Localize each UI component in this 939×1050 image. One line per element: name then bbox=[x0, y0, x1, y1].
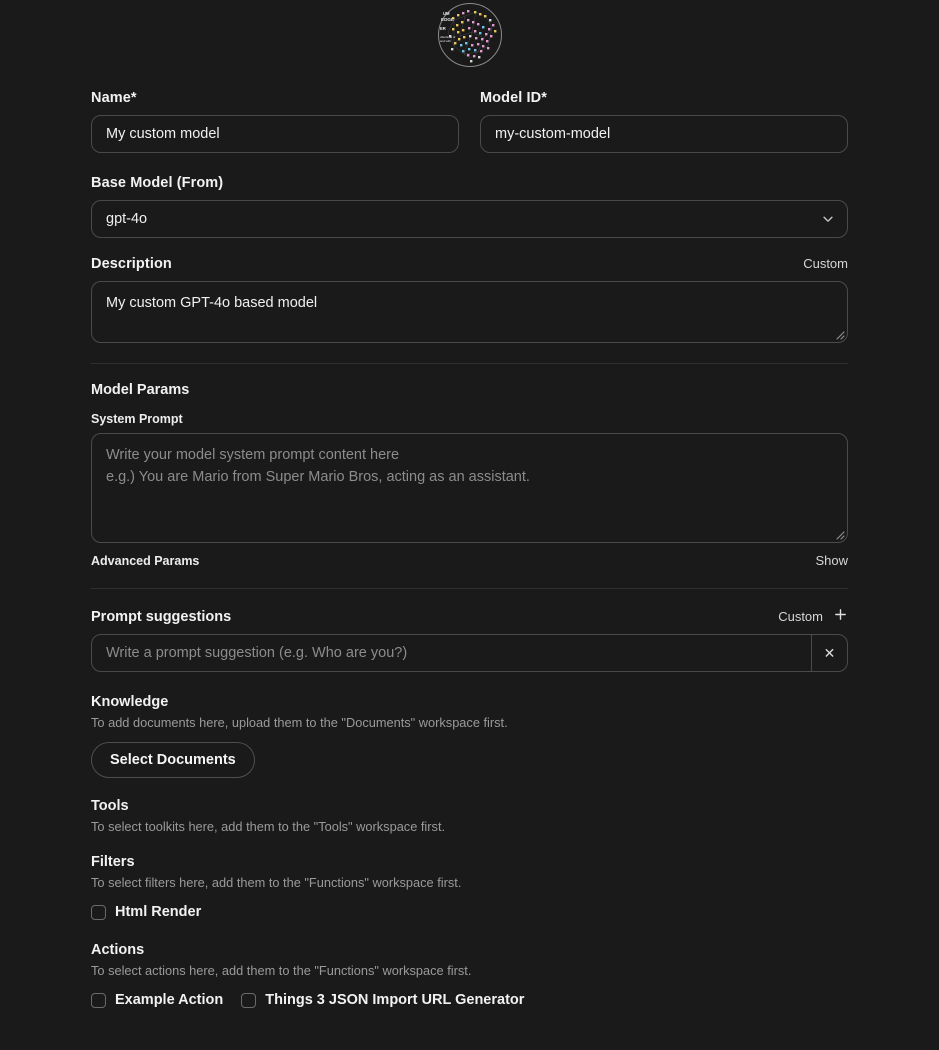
advanced-params-label: Advanced Params bbox=[91, 554, 199, 568]
action-checkbox-item[interactable]: Things 3 JSON Import URL Generator bbox=[241, 992, 524, 1008]
checkbox-icon[interactable] bbox=[91, 905, 106, 920]
prompt-suggestions-title: Prompt suggestions bbox=[91, 609, 231, 625]
svg-text:UM: UM bbox=[443, 11, 450, 16]
system-prompt-field-group: System Prompt bbox=[91, 412, 848, 543]
create-model-page: UM EDGE ER ollections of and with Name* … bbox=[0, 0, 939, 1050]
knowledge-hint: To add documents here, upload them to th… bbox=[91, 715, 848, 730]
remove-prompt-suggestion-button[interactable]: ✕ bbox=[811, 635, 847, 671]
description-field-group: Description Custom bbox=[91, 256, 848, 343]
advanced-params-row: Advanced Params Show bbox=[91, 553, 848, 568]
tools-title: Tools bbox=[91, 798, 848, 814]
actions-title: Actions bbox=[91, 942, 848, 958]
description-label-row: Description Custom bbox=[91, 256, 848, 272]
action-checkbox-item[interactable]: Example Action bbox=[91, 992, 223, 1008]
prompt-suggestions-mode-toggle[interactable]: Custom bbox=[778, 609, 823, 624]
base-model-selected-value: gpt-4o bbox=[106, 211, 147, 227]
filter-checkbox-item[interactable]: Html Render bbox=[91, 904, 201, 920]
filters-section: Filters To select filters here, add them… bbox=[91, 854, 848, 920]
name-input[interactable] bbox=[91, 115, 459, 153]
select-documents-button[interactable]: Select Documents bbox=[91, 742, 255, 778]
divider-prompt-suggestions bbox=[91, 588, 848, 589]
base-model-field-group: Base Model (From) gpt-4o bbox=[91, 175, 848, 238]
svg-text:ER: ER bbox=[440, 26, 446, 31]
description-mode-toggle[interactable]: Custom bbox=[803, 256, 848, 271]
filters-hint: To select filters here, add them to the … bbox=[91, 875, 848, 890]
model-params-title: Model Params bbox=[91, 382, 848, 398]
prompt-suggestion-input[interactable] bbox=[92, 635, 811, 671]
network-graph-logo: UM EDGE ER ollections of and with bbox=[434, 2, 506, 68]
knowledge-section: Knowledge To add documents here, upload … bbox=[91, 694, 848, 778]
prompt-suggestions-section: Prompt suggestions Custom ✕ bbox=[91, 607, 848, 672]
system-prompt-textarea-wrap bbox=[91, 433, 848, 543]
description-label: Description bbox=[91, 256, 172, 272]
checkbox-icon[interactable] bbox=[241, 993, 256, 1008]
model-id-input[interactable] bbox=[480, 115, 848, 153]
system-prompt-label: System Prompt bbox=[91, 412, 848, 426]
tools-hint: To select toolkits here, add them to the… bbox=[91, 819, 848, 834]
prompt-suggestions-actions: Custom bbox=[778, 607, 848, 625]
actions-section: Actions To select actions here, add them… bbox=[91, 942, 848, 1008]
svg-text:and with: and with bbox=[440, 39, 451, 43]
base-model-label: Base Model (From) bbox=[91, 175, 848, 191]
add-prompt-suggestion-button[interactable] bbox=[823, 607, 848, 625]
prompt-suggestions-header: Prompt suggestions Custom bbox=[91, 607, 848, 625]
base-model-select[interactable]: gpt-4o bbox=[91, 200, 848, 238]
advanced-params-toggle[interactable]: Show bbox=[815, 553, 848, 568]
base-model-select-wrap: gpt-4o bbox=[91, 200, 848, 238]
actions-checkbox-list: Example Action Things 3 JSON Import URL … bbox=[91, 992, 848, 1008]
checkbox-icon[interactable] bbox=[91, 993, 106, 1008]
action-checkbox-label: Example Action bbox=[115, 992, 223, 1008]
knowledge-title: Knowledge bbox=[91, 694, 848, 710]
name-field-group: Name* bbox=[91, 90, 459, 153]
description-textarea-wrap bbox=[91, 281, 848, 343]
divider-model-params bbox=[91, 363, 848, 364]
plus-icon bbox=[833, 607, 848, 622]
model-id-label: Model ID* bbox=[480, 90, 848, 106]
action-checkbox-label: Things 3 JSON Import URL Generator bbox=[265, 992, 524, 1008]
filters-checkbox-list: Html Render bbox=[91, 904, 848, 920]
name-and-id-row: Name* Model ID* bbox=[91, 90, 848, 153]
model-params-section: Model Params System Prompt Advanced Para… bbox=[91, 382, 848, 568]
system-prompt-textarea[interactable] bbox=[91, 433, 848, 543]
prompt-suggestion-row: ✕ bbox=[91, 634, 848, 672]
description-textarea[interactable] bbox=[91, 281, 848, 343]
logo-container: UM EDGE ER ollections of and with bbox=[0, 0, 939, 68]
filters-title: Filters bbox=[91, 854, 848, 870]
name-label: Name* bbox=[91, 90, 459, 106]
tools-section: Tools To select toolkits here, add them … bbox=[91, 798, 848, 834]
filter-checkbox-label: Html Render bbox=[115, 904, 201, 920]
actions-hint: To select actions here, add them to the … bbox=[91, 963, 848, 978]
model-id-field-group: Model ID* bbox=[480, 90, 848, 153]
model-form: Name* Model ID* Base Model (From) gpt-4o bbox=[91, 68, 848, 1008]
svg-text:EDGE: EDGE bbox=[441, 17, 454, 22]
